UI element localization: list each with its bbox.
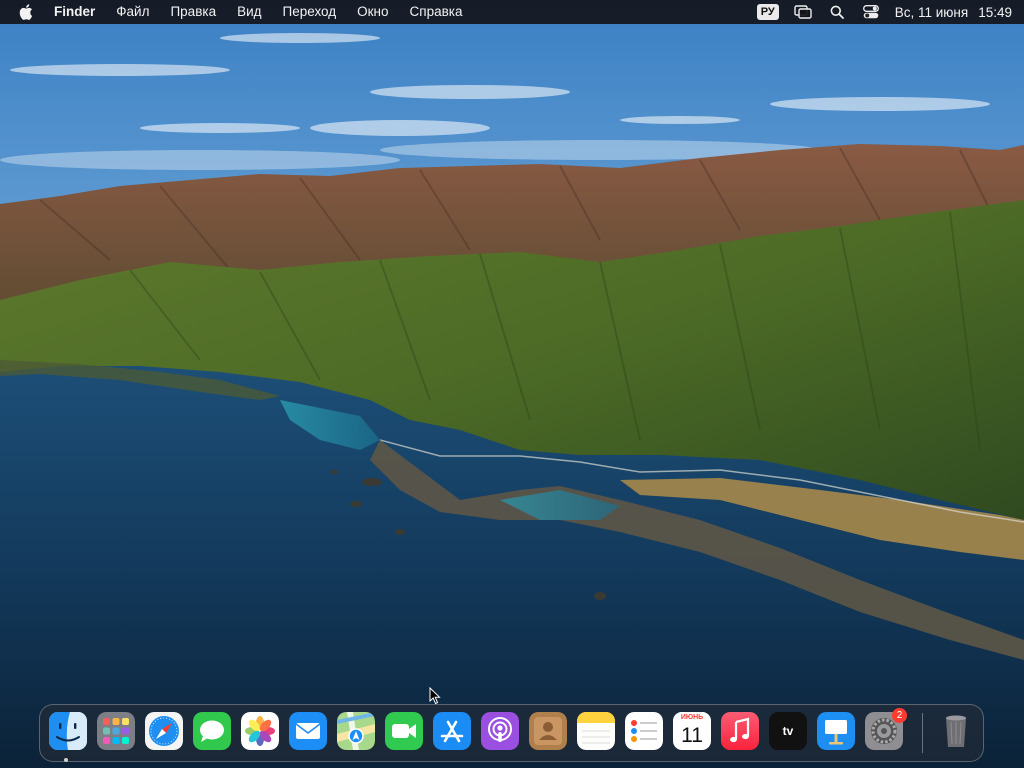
input-source-indicator[interactable]: РУ [756, 4, 779, 20]
app-store-icon [433, 712, 471, 750]
control-center-icon[interactable] [861, 2, 881, 22]
dock-keynote[interactable] [817, 712, 855, 750]
menu-item-edit[interactable]: Правка [170, 0, 216, 24]
search-icon[interactable] [827, 2, 847, 22]
dock-mail[interactable] [289, 712, 327, 750]
dock-podcasts[interactable] [481, 712, 519, 750]
dock-photos[interactable] [241, 712, 279, 750]
menu-item-view[interactable]: Вид [237, 0, 261, 24]
tv-label: tv [769, 712, 807, 750]
launchpad-icon [97, 712, 135, 750]
keynote-icon [817, 712, 855, 750]
podcasts-icon [481, 712, 519, 750]
finder-running-indicator [64, 758, 68, 762]
dock-contacts[interactable] [529, 712, 567, 750]
dock-system-preferences[interactable]: 2 [865, 708, 907, 750]
dock-notes[interactable] [577, 712, 615, 750]
safari-icon [145, 712, 183, 750]
menu-item-window[interactable]: Окно [357, 0, 388, 24]
dock-separator [922, 713, 923, 753]
mouse-pointer-icon [429, 687, 441, 705]
trash-icon [937, 712, 975, 750]
desktop-wallpaper [0, 0, 1024, 768]
messages-icon [193, 712, 231, 750]
dock-calendar[interactable]: ИЮНЬ 11 [673, 712, 711, 750]
dock-music[interactable] [721, 712, 759, 750]
facetime-icon [385, 712, 423, 750]
dock-messages[interactable] [193, 712, 231, 750]
menu-item-finder[interactable]: Finder [54, 0, 95, 24]
dock-facetime[interactable] [385, 712, 423, 750]
mail-icon [289, 712, 327, 750]
dock-maps[interactable] [337, 712, 375, 750]
tv-label-text: tv [782, 724, 794, 738]
dock-tv[interactable]: tv [769, 712, 807, 750]
menu-item-help[interactable]: Справка [410, 0, 463, 24]
notes-icon [577, 712, 615, 750]
tv-icon: tv [769, 712, 807, 750]
dock-finder[interactable] [49, 712, 87, 750]
music-icon [721, 712, 759, 750]
maps-icon [337, 712, 375, 750]
contacts-icon [529, 712, 567, 750]
clock-time[interactable]: 15:49 [978, 5, 1012, 20]
photos-icon [241, 712, 279, 750]
menu-item-go[interactable]: Переход [283, 0, 337, 24]
dock-app-store[interactable] [433, 712, 471, 750]
dock-trash[interactable] [937, 712, 975, 750]
notification-badge: 2 [892, 708, 907, 723]
finder-icon [49, 712, 87, 750]
clock-date[interactable]: Вс, 11 июня [895, 5, 968, 20]
screen-mirroring-icon[interactable] [793, 2, 813, 22]
reminders-icon [625, 712, 663, 750]
calendar-day: 11 [681, 724, 703, 747]
calendar-icon: ИЮНЬ 11 [673, 712, 711, 750]
dock-launchpad[interactable] [97, 712, 135, 750]
apple-menu-icon[interactable] [16, 0, 36, 24]
menu-bar: Finder Файл Правка Вид Переход Окно Спра… [0, 0, 1024, 24]
dock: ИЮНЬ 11 tv 2 [39, 704, 984, 762]
dock-reminders[interactable] [625, 712, 663, 750]
menu-item-file[interactable]: Файл [116, 0, 149, 24]
dock-safari[interactable] [145, 712, 183, 750]
